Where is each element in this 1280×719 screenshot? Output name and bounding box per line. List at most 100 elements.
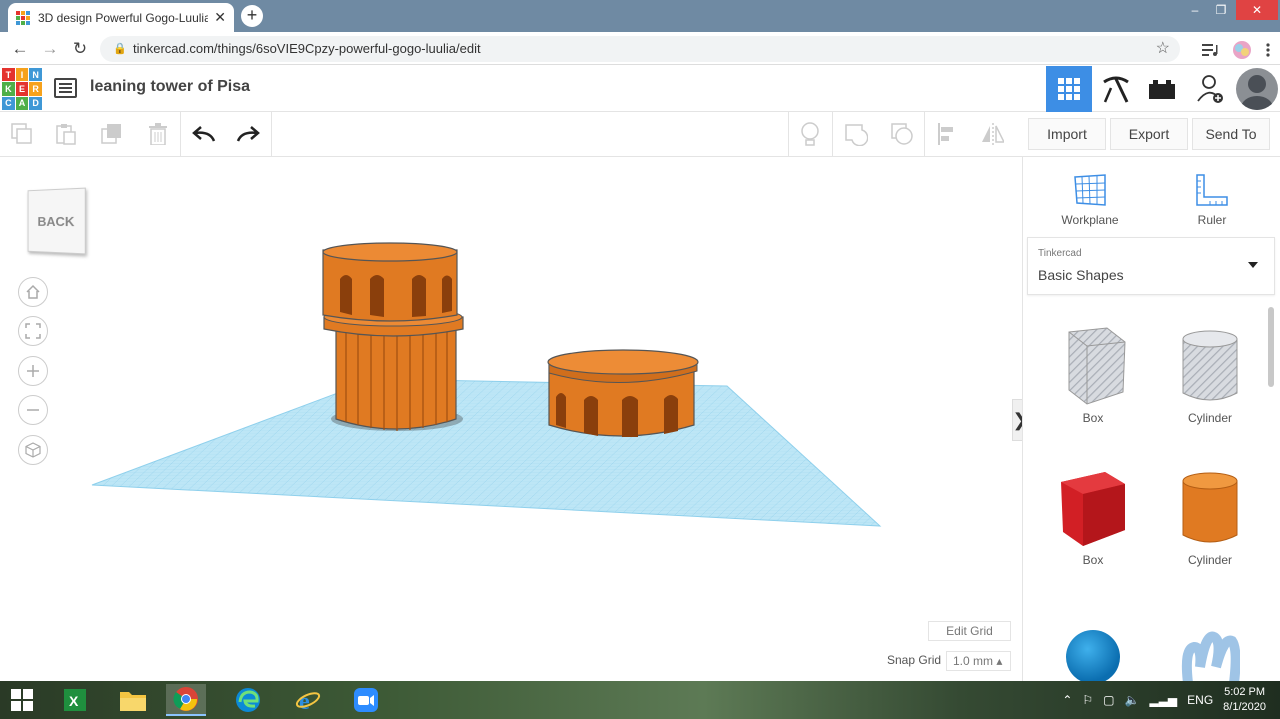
lightbulb-icon[interactable] bbox=[798, 122, 822, 146]
shape-cylinder[interactable]: Cylinder bbox=[1160, 465, 1260, 567]
logo-letter: E bbox=[15, 82, 29, 96]
ungroup-icon[interactable] bbox=[890, 122, 914, 146]
app-header: T I N K E R C A D leaning tower of Pisa bbox=[0, 66, 1280, 112]
shape-box[interactable]: Box bbox=[1043, 465, 1143, 567]
clock-date: 8/1/2020 bbox=[1223, 701, 1266, 713]
windows-taskbar: X e ⌃ ⚐ ▢ 🔈 ▂▃▅ ENG 5:02 PM 8/1/2020 bbox=[0, 681, 1280, 719]
url-text: tinkercad.com/things/6soVIE9Cpzy-powerfu… bbox=[133, 41, 481, 56]
windows-start-icon[interactable] bbox=[2, 684, 42, 716]
media-list-icon[interactable] bbox=[1202, 43, 1218, 57]
workplane-label: Workplane bbox=[1061, 213, 1119, 227]
zoom-icon[interactable] bbox=[346, 684, 386, 716]
panel-scrollbar[interactable] bbox=[1268, 307, 1274, 387]
add-user-icon[interactable] bbox=[1188, 66, 1234, 112]
snap-grid-select[interactable]: 1.0 mm ▴ bbox=[946, 651, 1011, 671]
edit-grid-button[interactable]: Edit Grid bbox=[928, 621, 1011, 641]
tab-close-icon[interactable]: ✕ bbox=[214, 9, 226, 26]
back-arrow-icon[interactable]: ← bbox=[10, 39, 30, 59]
shape-label: Cylinder bbox=[1187, 553, 1232, 567]
avatar[interactable] bbox=[1236, 68, 1278, 110]
shape-scribble[interactable] bbox=[1160, 613, 1260, 681]
toolbar-divider bbox=[788, 112, 789, 157]
chevron-up-icon[interactable]: ⌃ bbox=[1062, 693, 1072, 707]
align-icon[interactable] bbox=[936, 122, 960, 146]
library-source: Tinkercad bbox=[1038, 248, 1082, 259]
design-title[interactable]: leaning tower of Pisa bbox=[90, 78, 250, 96]
bookmark-star-icon[interactable]: ☆ bbox=[1156, 36, 1170, 62]
browser-tab[interactable]: 3D design Powerful Gogo-Luulia ✕ bbox=[8, 3, 234, 32]
tinkercad-logo[interactable]: T I N K E R C A D bbox=[2, 68, 42, 110]
chrome-icon[interactable] bbox=[166, 684, 206, 716]
tinkercad-favicon-icon bbox=[16, 10, 30, 25]
delete-trash-icon[interactable] bbox=[146, 122, 170, 146]
import-export-toolbar: Import Export Send To bbox=[1022, 112, 1280, 157]
profile-extension-icon[interactable] bbox=[1232, 40, 1252, 60]
sphere-blue-icon bbox=[1043, 613, 1143, 681]
shape-label: Box bbox=[1082, 411, 1104, 425]
logo-letter: I bbox=[15, 68, 29, 82]
cylinder-hole-icon bbox=[1160, 323, 1260, 411]
excel-icon[interactable]: X bbox=[55, 684, 95, 716]
workplane-tool[interactable]: Workplane bbox=[1045, 169, 1135, 227]
logo-letter: R bbox=[29, 82, 42, 96]
edge-icon[interactable] bbox=[228, 684, 268, 716]
browser-extensions bbox=[1202, 40, 1270, 60]
mirror-icon[interactable] bbox=[980, 122, 1004, 146]
url-field[interactable]: 🔒 tinkercad.com/things/6soVIE9Cpzy-power… bbox=[100, 36, 1180, 62]
shape-library-dropdown[interactable]: Tinkercad Basic Shapes bbox=[1027, 237, 1275, 295]
duplicate-icon[interactable] bbox=[100, 122, 124, 146]
3d-view-grid-icon[interactable] bbox=[1046, 66, 1092, 112]
logo-letter: K bbox=[2, 82, 15, 96]
wifi-bars-icon[interactable]: ▂▃▅ bbox=[1149, 693, 1177, 707]
shape-box-hole[interactable]: Box bbox=[1043, 323, 1143, 425]
base-ring-object[interactable] bbox=[547, 349, 699, 437]
volume-icon[interactable]: 🔈 bbox=[1125, 693, 1140, 707]
browser-tab-bar: 3D design Powerful Gogo-Luulia ✕ + – ❐ ✕ bbox=[0, 0, 1280, 32]
logo-letter: D bbox=[29, 96, 42, 110]
toolbar-divider bbox=[271, 112, 272, 157]
svg-text:X: X bbox=[69, 693, 79, 709]
shape-grid: Box Cylinder Box Cylinder bbox=[1023, 307, 1267, 681]
group-icon[interactable] bbox=[844, 122, 868, 146]
cylinder-orange-icon bbox=[1160, 465, 1260, 553]
forward-arrow-icon[interactable]: → bbox=[40, 39, 60, 59]
kebab-menu-icon[interactable] bbox=[1266, 43, 1270, 57]
codeblocks-pickaxe-icon[interactable] bbox=[1093, 66, 1139, 112]
device-icon[interactable]: ▢ bbox=[1103, 693, 1114, 707]
design-list-icon[interactable] bbox=[54, 78, 77, 98]
workplane-icon bbox=[1045, 169, 1135, 207]
network-flag-icon[interactable]: ⚐ bbox=[1082, 693, 1093, 707]
new-tab-button[interactable]: + bbox=[241, 5, 263, 27]
send-to-button[interactable]: Send To bbox=[1192, 118, 1270, 150]
ruler-tool[interactable]: Ruler bbox=[1167, 169, 1257, 227]
scribble-icon bbox=[1160, 613, 1260, 681]
reload-icon[interactable]: ↻ bbox=[70, 39, 90, 59]
workspace-canvas[interactable]: BACK ❯ Edit Grid Snap Grid 1.0 mm ▴ bbox=[0, 157, 1028, 681]
shape-label: Box bbox=[1082, 553, 1104, 567]
logo-letter: N bbox=[29, 68, 42, 82]
restore-button[interactable]: ❐ bbox=[1206, 0, 1236, 20]
redo-icon[interactable] bbox=[236, 122, 260, 146]
tower-object[interactable] bbox=[322, 242, 464, 431]
internet-explorer-icon[interactable]: e bbox=[288, 684, 328, 716]
shape-cylinder-hole[interactable]: Cylinder bbox=[1160, 323, 1260, 425]
snap-grid-label: Snap Grid bbox=[887, 653, 942, 667]
toolbar-divider bbox=[180, 112, 181, 157]
copy-icon[interactable] bbox=[10, 122, 34, 146]
address-bar-row: ← → ↻ 🔒 tinkercad.com/things/6soVIE9Cpzy… bbox=[0, 32, 1280, 65]
logo-letter: A bbox=[15, 96, 29, 110]
logo-letter: C bbox=[2, 96, 15, 110]
shape-sphere[interactable] bbox=[1043, 613, 1143, 681]
export-button[interactable]: Export bbox=[1110, 118, 1188, 150]
file-explorer-icon[interactable] bbox=[113, 684, 153, 716]
library-name: Basic Shapes bbox=[1038, 267, 1124, 283]
close-window-button[interactable]: ✕ bbox=[1236, 0, 1278, 20]
clock[interactable]: 5:02 PM 8/1/2020 bbox=[1223, 685, 1266, 715]
import-button[interactable]: Import bbox=[1028, 118, 1106, 150]
tab-title: 3D design Powerful Gogo-Luulia bbox=[38, 10, 209, 25]
language-indicator[interactable]: ENG bbox=[1187, 693, 1213, 707]
undo-icon[interactable] bbox=[192, 122, 216, 146]
workplane-scene[interactable] bbox=[0, 157, 1010, 597]
paste-icon[interactable] bbox=[54, 122, 78, 146]
bricks-icon[interactable] bbox=[1139, 66, 1185, 112]
